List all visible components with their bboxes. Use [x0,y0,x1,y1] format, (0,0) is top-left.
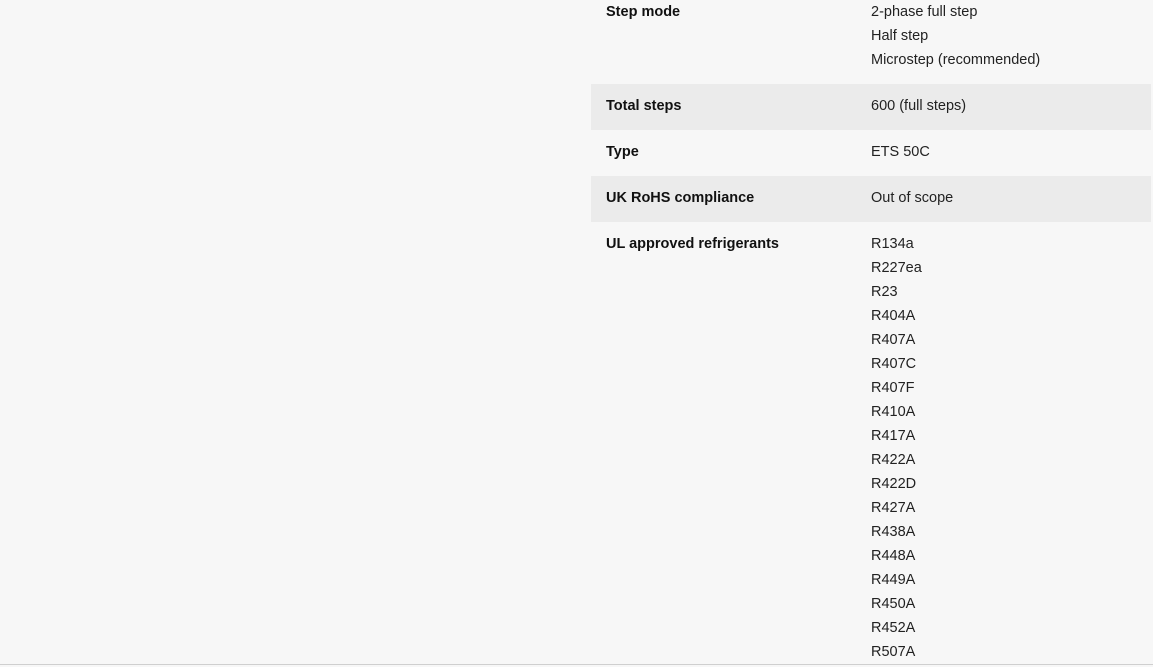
spec-row-ul-refrigerants: UL approved refrigerants R134a R227ea R2… [591,222,1151,667]
page: Step mode 2-phase full step Half step Mi… [0,0,1153,667]
refrigerant-item: R448A [871,548,916,564]
bottom-divider [0,664,1153,665]
spec-values: 2-phase full step Half step Microstep (r… [871,0,1151,72]
refrigerant-item: R410A [871,404,916,420]
refrigerant-item: R507A [871,644,916,660]
spec-values: Out of scope [871,186,1151,210]
refrigerant-item: R427A [871,500,916,516]
spec-label: UL approved refrigerants [606,236,779,252]
refrigerant-item: R134a [871,236,914,252]
refrigerant-item: R452A [871,620,916,636]
refrigerant-item: R450A [871,596,916,612]
refrigerant-item: R422A [871,452,916,468]
refrigerant-item: R404A [871,308,916,324]
refrigerant-item: R227ea [871,260,922,276]
refrigerant-item: R422D [871,476,917,492]
spec-values: R134a R227ea R23 R404A R407A R407C R407F… [871,232,1151,664]
refrigerant-item: R438A [871,524,916,540]
spec-value: 2-phase full step [871,4,978,20]
spec-value: Microstep (recommended) [871,52,1041,68]
spec-row-uk-rohs: UK RoHS compliance Out of scope [591,176,1151,222]
spec-value: 600 (full steps) [871,98,967,114]
spec-row-total-steps: Total steps 600 (full steps) [591,84,1151,130]
spec-row-step-mode: Step mode 2-phase full step Half step Mi… [591,0,1151,84]
spec-value: ETS 50C [871,144,930,160]
spec-value: Half step [871,28,929,44]
refrigerant-item: R407A [871,332,916,348]
refrigerant-item: R417A [871,428,916,444]
spec-label: Step mode [606,4,681,20]
spec-value: Out of scope [871,190,954,206]
spec-label: Type [606,144,639,160]
refrigerant-item: R407C [871,356,917,372]
refrigerant-item: R407F [871,380,915,396]
refrigerant-item: R449A [871,572,916,588]
spec-values: ETS 50C [871,140,1151,164]
spec-label: UK RoHS compliance [606,190,755,206]
spec-row-type: Type ETS 50C [591,130,1151,176]
specifications-table: Step mode 2-phase full step Half step Mi… [591,0,1151,667]
spec-values: 600 (full steps) [871,94,1151,118]
spec-label: Total steps [606,98,682,114]
refrigerant-item: R23 [871,284,898,300]
